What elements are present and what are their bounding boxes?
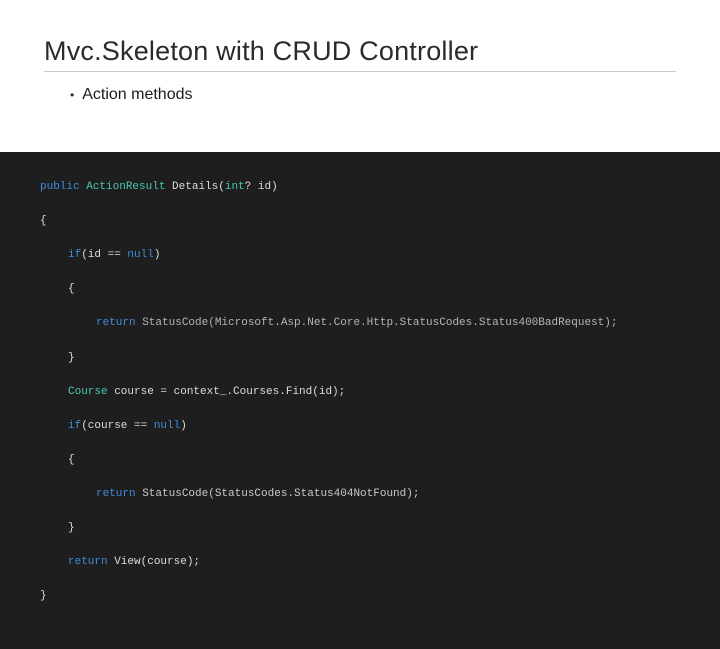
keyword: return: [96, 317, 136, 329]
keyword: null: [154, 420, 180, 432]
code-line: return StatusCode(StatusCodes.Status404N…: [40, 486, 720, 503]
code-line: }: [40, 520, 720, 537]
code-line: return StatusCode(Microsoft.Asp.Net.Core…: [40, 315, 720, 332]
keyword: null: [127, 249, 153, 261]
keyword: public: [40, 181, 80, 193]
code-line: public ActionResult Details(int? id): [40, 179, 720, 196]
code-line: Course course = context_.Courses.Find(id…: [40, 384, 720, 401]
bullet-item: • Action methods: [70, 86, 676, 104]
identifier: Details(: [172, 181, 225, 193]
keyword: if: [68, 249, 81, 261]
type: Course: [68, 386, 108, 398]
identifier: ? id): [245, 181, 278, 193]
type: ActionResult: [86, 181, 165, 193]
code-line: {: [40, 281, 720, 298]
code-line: {: [40, 213, 720, 230]
code-text: ): [154, 249, 161, 261]
code-text: (course ==: [81, 420, 154, 432]
keyword: return: [96, 488, 136, 500]
code-line: if(course == null): [40, 418, 720, 435]
code-text: StatusCode(Microsoft.Asp.Net.Core.Http.S…: [136, 317, 618, 329]
bullet-dot-icon: •: [70, 89, 74, 101]
type: int: [225, 181, 245, 193]
code-line: }: [40, 588, 720, 605]
keyword: return: [68, 556, 108, 568]
bullet-text: Action methods: [82, 86, 192, 104]
code-line: }: [40, 350, 720, 367]
code-block: public ActionResult Details(int? id) { i…: [0, 152, 720, 649]
slide: Mvc.Skeleton with CRUD Controller • Acti…: [0, 0, 720, 540]
keyword: if: [68, 420, 81, 432]
code-line: if(id == null): [40, 247, 720, 264]
code-text: course = context_.Courses.Find(id);: [108, 386, 346, 398]
code-line: {: [40, 452, 720, 469]
code-text: View(course);: [108, 556, 200, 568]
slide-title: Mvc.Skeleton with CRUD Controller: [44, 36, 676, 72]
code-text: StatusCode(StatusCodes.Status404NotFound…: [136, 488, 420, 500]
code-text: (id ==: [81, 249, 127, 261]
code-line: return View(course);: [40, 554, 720, 571]
code-text: ): [180, 420, 187, 432]
